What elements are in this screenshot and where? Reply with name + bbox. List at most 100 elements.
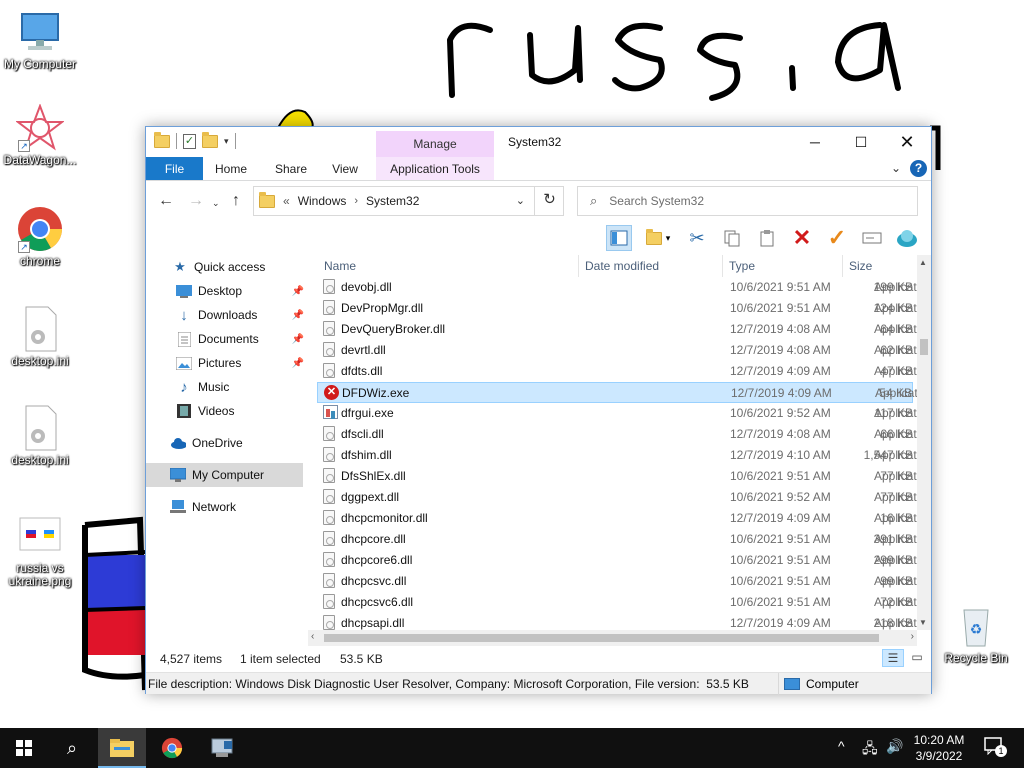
table-row[interactable]: DfsShlEx.dll 10/6/2021 9:51 AM Application… bbox=[317, 466, 931, 487]
table-row[interactable]: DevPropMgr.dll 10/6/2021 9:51 AM Applicati… bbox=[317, 298, 931, 319]
copy-icon[interactable] bbox=[719, 225, 745, 251]
rename-icon[interactable] bbox=[859, 225, 885, 251]
desktop-icon-my-computer[interactable]: My Computer bbox=[0, 8, 80, 71]
file-explorer-icon[interactable] bbox=[98, 728, 146, 768]
address-history-chevron-icon[interactable]: ⌄ bbox=[516, 194, 525, 207]
breadcrumb-overflow[interactable]: « bbox=[283, 194, 290, 208]
search-icon[interactable]: ⌕ bbox=[48, 728, 96, 768]
address-bar[interactable]: « Windows › System32 ⌄ bbox=[253, 186, 564, 216]
desktop-icon-recycle-bin[interactable]: ♻ Recycle Bin bbox=[936, 602, 1016, 665]
table-row[interactable]: dhcpcsvc6.dll 10/6/2021 9:51 AM Applicatio… bbox=[317, 592, 931, 613]
table-row[interactable]: dfdts.dll12/7/2019 4:09 AMApplication ex… bbox=[317, 361, 931, 382]
column-header-size[interactable]: Size bbox=[849, 259, 872, 273]
breadcrumb-separator-chevron-icon[interactable]: › bbox=[354, 195, 358, 207]
nav-item-videos[interactable]: Videos bbox=[146, 399, 306, 423]
table-row[interactable]: dfshim.dll12/7/2019 4:10 AMApplication e… bbox=[317, 445, 931, 466]
nav-item-onedrive[interactable]: OneDrive bbox=[146, 431, 306, 455]
clock[interactable]: 10:20 AM 3/9/2022 bbox=[905, 732, 973, 764]
minimize-button[interactable]: ─ bbox=[792, 127, 838, 157]
desktop-icon-chrome[interactable]: ↗ chrome bbox=[0, 205, 80, 268]
start-icon[interactable] bbox=[0, 728, 48, 768]
pin-icon[interactable]: 📌 bbox=[292, 286, 304, 297]
recent-locations-chevron-icon[interactable]: ⌄ bbox=[212, 198, 220, 209]
table-row[interactable]: dggpext.dll 10/6/2021 9:52 AM Application … bbox=[317, 487, 931, 508]
table-row-selected[interactable]: ✕ DFDWiz.exe 12/7/2019 4:09 AM Application 5… bbox=[317, 382, 931, 403]
table-row[interactable]: devobj.dll10/6/2021 9:51 AMApplication e… bbox=[317, 277, 931, 298]
customize-toolbar-chevron-icon[interactable]: ▾ bbox=[224, 136, 229, 147]
refresh-icon[interactable]: ↻ bbox=[534, 186, 564, 216]
search-box[interactable]: ⌕ Search System32 bbox=[577, 186, 918, 216]
nav-item-desktop[interactable]: Desktop 📌 bbox=[146, 279, 306, 303]
details-view-icon[interactable]: ☰ bbox=[882, 649, 904, 667]
expand-ribbon-chevron-icon[interactable]: ⌄ bbox=[891, 161, 901, 175]
remote-desktop-icon[interactable] bbox=[198, 728, 246, 768]
notification-center-icon[interactable]: 1 bbox=[984, 737, 1007, 757]
file-name: dfscli.dll bbox=[341, 427, 384, 441]
table-row[interactable]: dhcpcsvc.dll 10/6/2021 9:51 AM Application… bbox=[317, 571, 931, 592]
desktop-icon-desktop-ini[interactable]: desktop.ini bbox=[0, 305, 80, 368]
desktop-icon-russia-vs-ukraine[interactable]: russia vs ukraine.png bbox=[0, 512, 80, 588]
pin-icon[interactable]: 📌 bbox=[292, 334, 304, 345]
nav-item-my-computer[interactable]: My Computer bbox=[146, 463, 303, 487]
properties-icon[interactable]: ✓ bbox=[183, 133, 196, 149]
nav-item-pictures[interactable]: Pictures 📌 bbox=[146, 351, 306, 375]
new-folder-dropdown-icon[interactable]: ▾ bbox=[641, 225, 675, 251]
desktop-icon-desktop-ini-2[interactable]: desktop.ini bbox=[0, 404, 80, 467]
tab-application-tools[interactable]: Application Tools bbox=[376, 157, 494, 180]
column-header-type[interactable]: Type bbox=[729, 259, 755, 273]
globe-icon[interactable] bbox=[894, 225, 920, 251]
scroll-right-arrow-icon[interactable]: › bbox=[911, 631, 914, 642]
desktop-icon-datawagon[interactable]: ↗ DataWagon... bbox=[0, 103, 80, 167]
paste-icon[interactable] bbox=[754, 225, 780, 251]
large-icons-view-icon[interactable]: ▭ bbox=[906, 649, 928, 667]
table-row[interactable]: DevQueryBroker.dll 12/7/2019 4:08 AM Appli… bbox=[317, 319, 931, 340]
table-row[interactable]: dhcpcore.dll 10/6/2021 9:51 AM Application… bbox=[317, 529, 931, 550]
table-row[interactable]: dfscli.dll12/7/2019 4:08 AMApplication e… bbox=[317, 424, 931, 445]
maximize-button[interactable]: ☐ bbox=[838, 127, 884, 157]
delete-icon[interactable]: ✕ bbox=[789, 225, 815, 251]
breadcrumb-windows[interactable]: Windows bbox=[298, 194, 347, 208]
nav-item-music[interactable]: ♪ Music bbox=[146, 375, 306, 399]
preview-pane-icon[interactable] bbox=[606, 225, 632, 251]
nav-item-network[interactable]: Network bbox=[146, 495, 306, 519]
show-hidden-icons-chevron-icon[interactable]: ^ bbox=[838, 738, 845, 754]
tab-home[interactable]: Home bbox=[206, 157, 256, 180]
scroll-left-arrow-icon[interactable]: ‹ bbox=[311, 631, 314, 642]
horizontal-scrollbar[interactable]: ‹ › bbox=[308, 630, 917, 646]
nav-item-downloads[interactable]: ↓ Downloads 📌 bbox=[146, 303, 306, 327]
title-bar[interactable]: ✓ ▾ Manage System32 ─ ☐ ✕ bbox=[146, 127, 931, 157]
tab-file[interactable]: File bbox=[146, 157, 203, 180]
close-button[interactable]: ✕ bbox=[884, 127, 930, 157]
table-row[interactable]: devrtl.dll12/7/2019 4:08 AMApplication e… bbox=[317, 340, 931, 361]
tab-view[interactable]: View bbox=[322, 157, 368, 180]
up-arrow-icon[interactable]: ↑ bbox=[232, 192, 240, 210]
scroll-thumb[interactable] bbox=[920, 339, 928, 355]
help-icon[interactable]: ? bbox=[910, 160, 927, 177]
column-header-date-modified[interactable]: Date modified bbox=[585, 259, 659, 273]
shortcut-arrow-icon: ↗ bbox=[18, 241, 30, 253]
column-header-name[interactable]: Name bbox=[324, 259, 356, 273]
dll-file-icon bbox=[323, 447, 337, 463]
chrome-icon[interactable] bbox=[148, 728, 196, 768]
scroll-thumb[interactable] bbox=[324, 634, 879, 642]
pin-icon[interactable]: 📌 bbox=[292, 310, 304, 321]
pin-icon[interactable]: 📌 bbox=[292, 358, 304, 369]
back-arrow-icon[interactable]: ← bbox=[158, 192, 174, 210]
checkmark-icon[interactable]: ✓ bbox=[824, 225, 850, 251]
table-row[interactable]: dhcpcmonitor.dll 12/7/2019 4:09 AM Applica… bbox=[317, 508, 931, 529]
scroll-up-arrow-icon[interactable]: ▲ bbox=[919, 258, 927, 267]
tab-share[interactable]: Share bbox=[266, 157, 316, 180]
vertical-scrollbar[interactable]: ▲ ▼ bbox=[917, 255, 931, 630]
search-input[interactable]: Search System32 bbox=[609, 194, 704, 208]
breadcrumb-system32[interactable]: System32 bbox=[366, 194, 419, 208]
scroll-down-arrow-icon[interactable]: ▼ bbox=[919, 618, 927, 627]
volume-icon[interactable]: 🔊 bbox=[886, 738, 903, 755]
forward-arrow-icon[interactable]: → bbox=[188, 192, 204, 210]
new-folder-icon[interactable] bbox=[202, 131, 218, 148]
table-row[interactable]: dfrgui.exe 10/6/2021 9:52 AM Application 11… bbox=[317, 403, 931, 424]
network-icon[interactable]: 🖧 bbox=[862, 738, 878, 762]
table-row[interactable]: dhcpcore6.dll 10/6/2021 9:51 AM Applicatio… bbox=[317, 550, 931, 571]
nav-item-quick-access[interactable]: ★ Quick access bbox=[146, 255, 306, 279]
nav-item-documents[interactable]: Documents 📌 bbox=[146, 327, 306, 351]
cut-icon[interactable]: ✂ bbox=[684, 225, 710, 251]
